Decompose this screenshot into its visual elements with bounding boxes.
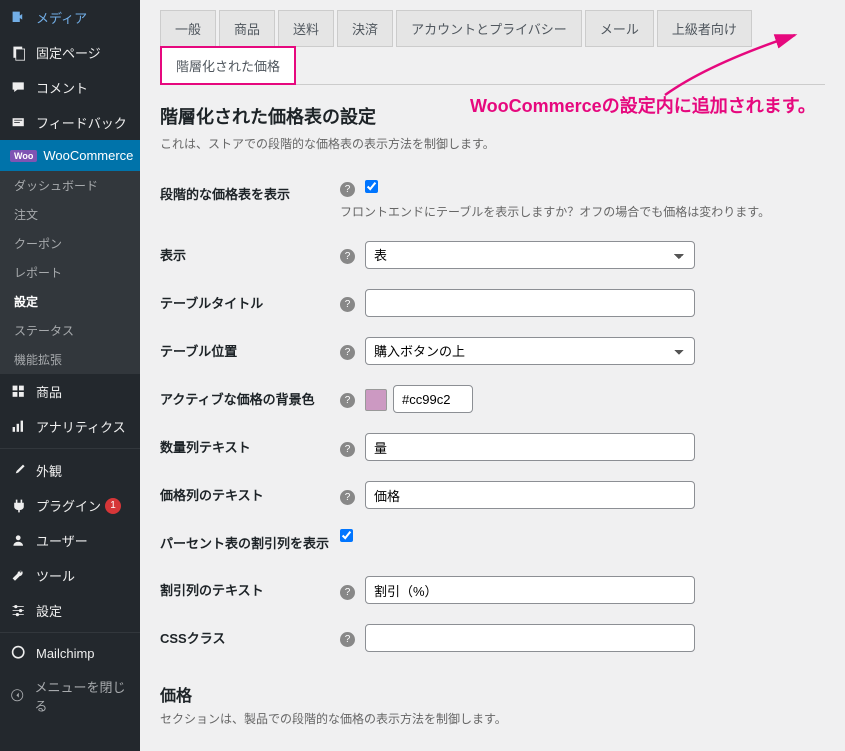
sidebar-item-tools[interactable]: ツール xyxy=(0,558,140,593)
sidebar-item-label: プラグイン xyxy=(36,496,101,515)
user-icon xyxy=(10,533,28,549)
plugin-count-badge: 1 xyxy=(105,498,121,514)
tab-payment[interactable]: 決済 xyxy=(337,10,393,47)
sidebar-item-mailchimp[interactable]: Mailchimp xyxy=(0,637,140,669)
help-icon[interactable]: ? xyxy=(340,585,355,600)
sidebar-sub-extensions[interactable]: 機能拡張 xyxy=(0,345,140,374)
field-label-display: 表示 xyxy=(160,231,340,279)
woo-icon: Woo xyxy=(10,150,37,162)
sidebar-item-products[interactable]: 商品 xyxy=(0,374,140,409)
plug-icon xyxy=(10,498,28,514)
sidebar-item-label: アナリティクス xyxy=(36,417,126,436)
analytics-icon xyxy=(10,419,28,435)
products-icon xyxy=(10,384,28,400)
sidebar-item-label: メニューを閉じる xyxy=(35,677,130,715)
sidebar-item-analytics[interactable]: アナリティクス xyxy=(0,409,140,444)
sidebar-item-label: コメント xyxy=(36,78,88,97)
settings-form: 段階的な価格表を表示 ? フロントエンドにテーブルを表示しますか？オフの場合でも価… xyxy=(160,170,825,662)
tab-products[interactable]: 商品 xyxy=(219,10,275,47)
settings-tabs: 一般 商品 送料 決済 アカウントとプライバシー メール 上級者向け 階層化され… xyxy=(160,10,825,85)
active-bg-input[interactable] xyxy=(393,385,473,413)
css-class-input[interactable] xyxy=(365,624,695,652)
field-label-discount-text: 割引列のテキスト xyxy=(160,566,340,614)
tab-shipping[interactable]: 送料 xyxy=(278,10,334,47)
help-icon[interactable]: ? xyxy=(340,442,355,457)
sidebar-item-label: メディア xyxy=(36,8,87,27)
sidebar-item-woocommerce[interactable]: Woo WooCommerce xyxy=(0,140,140,171)
sidebar-item-label: WooCommerce xyxy=(43,148,133,163)
price-section-title: 価格 xyxy=(160,682,825,706)
help-icon[interactable]: ? xyxy=(340,632,355,647)
pages-icon xyxy=(10,45,28,61)
tab-general[interactable]: 一般 xyxy=(160,10,216,47)
wrench-icon xyxy=(10,568,28,584)
collapse-icon xyxy=(10,688,27,704)
help-icon[interactable]: ? xyxy=(340,182,355,197)
sidebar-item-label: ツール xyxy=(36,566,75,585)
page-desc: これは、ストアでの段階的な価格表の表示方法を制御します。 xyxy=(160,135,825,152)
qty-text-input[interactable] xyxy=(365,433,695,461)
sidebar-sub-coupon[interactable]: クーポン xyxy=(0,229,140,258)
sidebar-item-label: ユーザー xyxy=(36,531,88,550)
sidebar-item-label: Mailchimp xyxy=(36,646,95,661)
sidebar-item-comments[interactable]: コメント xyxy=(0,70,140,105)
show-table-checkbox[interactable] xyxy=(365,180,378,193)
admin-sidebar: メディア 固定ページ コメント フィードバック Woo WooCommerce ダ… xyxy=(0,0,140,751)
table-title-input[interactable] xyxy=(365,289,695,317)
sidebar-item-collapse[interactable]: メニューを閉じる xyxy=(0,669,140,723)
field-label-show-percent: パーセント表の割引列を表示 xyxy=(160,519,340,566)
sidebar-item-label: 設定 xyxy=(36,601,62,620)
table-position-select[interactable]: 購入ボタンの上 xyxy=(365,337,695,365)
feedback-icon xyxy=(10,115,28,131)
sidebar-item-pages[interactable]: 固定ページ xyxy=(0,35,140,70)
price-section-desc: セクションは、製品での段階的な価格の表示方法を制御します。 xyxy=(160,710,825,727)
tab-account-privacy[interactable]: アカウントとプライバシー xyxy=(396,10,582,47)
help-icon[interactable]: ? xyxy=(340,345,355,360)
color-swatch[interactable] xyxy=(365,389,387,411)
discount-text-input[interactable] xyxy=(365,576,695,604)
display-select[interactable]: 表 xyxy=(365,241,695,269)
field-label-active-bg: アクティブな価格の背景色 xyxy=(160,375,340,423)
sidebar-item-label: 商品 xyxy=(36,382,62,401)
show-table-desc: フロントエンドにテーブルを表示しますか？オフの場合でも価格は変わります。 xyxy=(340,203,825,221)
tab-advanced[interactable]: 上級者向け xyxy=(657,10,752,47)
brush-icon xyxy=(10,463,28,479)
main-content: 一般 商品 送料 決済 アカウントとプライバシー メール 上級者向け 階層化され… xyxy=(140,0,845,751)
field-label-table-title: テーブルタイトル xyxy=(160,279,340,327)
sidebar-sub-status[interactable]: ステータス xyxy=(0,316,140,345)
media-icon xyxy=(10,10,28,26)
field-label-show-table: 段階的な価格表を表示 xyxy=(160,170,340,231)
field-label-qty-text: 数量列テキスト xyxy=(160,423,340,471)
sidebar-item-appearance[interactable]: 外観 xyxy=(0,453,140,488)
sidebar-item-label: 外観 xyxy=(36,461,62,480)
sidebar-sub-report[interactable]: レポート xyxy=(0,258,140,287)
comment-icon xyxy=(10,80,28,96)
tab-mail[interactable]: メール xyxy=(585,10,654,47)
sidebar-item-feedback[interactable]: フィードバック xyxy=(0,105,140,140)
sidebar-item-label: 固定ページ xyxy=(36,43,101,62)
sidebar-sub-settings[interactable]: 設定 xyxy=(0,287,140,316)
field-label-css-class: CSSクラス xyxy=(160,614,340,662)
sidebar-item-users[interactable]: ユーザー xyxy=(0,523,140,558)
field-label-table-pos: テーブル位置 xyxy=(160,327,340,375)
mailchimp-icon xyxy=(10,645,28,661)
field-label-catalog: カタログページ、ウィジェットなどで価格の書式設定を有効にします。 xyxy=(160,745,340,751)
sidebar-item-plugins[interactable]: プラグイン1 xyxy=(0,488,140,523)
show-percent-checkbox[interactable] xyxy=(340,529,353,542)
price-text-input[interactable] xyxy=(365,481,695,509)
tab-tiered-pricing[interactable]: 階層化された価格 xyxy=(160,46,296,85)
page-title: 階層化された価格表の設定 xyxy=(160,103,825,129)
help-icon[interactable]: ? xyxy=(340,249,355,264)
sidebar-item-label: フィードバック xyxy=(36,113,127,132)
field-label-price-text: 価格列のテキスト xyxy=(160,471,340,519)
help-icon[interactable]: ? xyxy=(340,297,355,312)
help-icon[interactable]: ? xyxy=(340,393,355,408)
sidebar-sub-orders[interactable]: 注文 xyxy=(0,200,140,229)
help-icon[interactable]: ? xyxy=(340,490,355,505)
sliders-icon xyxy=(10,603,28,619)
sidebar-item-media[interactable]: メディア xyxy=(0,0,140,35)
sidebar-item-settings[interactable]: 設定 xyxy=(0,593,140,628)
sidebar-sub-dashboard[interactable]: ダッシュボード xyxy=(0,171,140,200)
